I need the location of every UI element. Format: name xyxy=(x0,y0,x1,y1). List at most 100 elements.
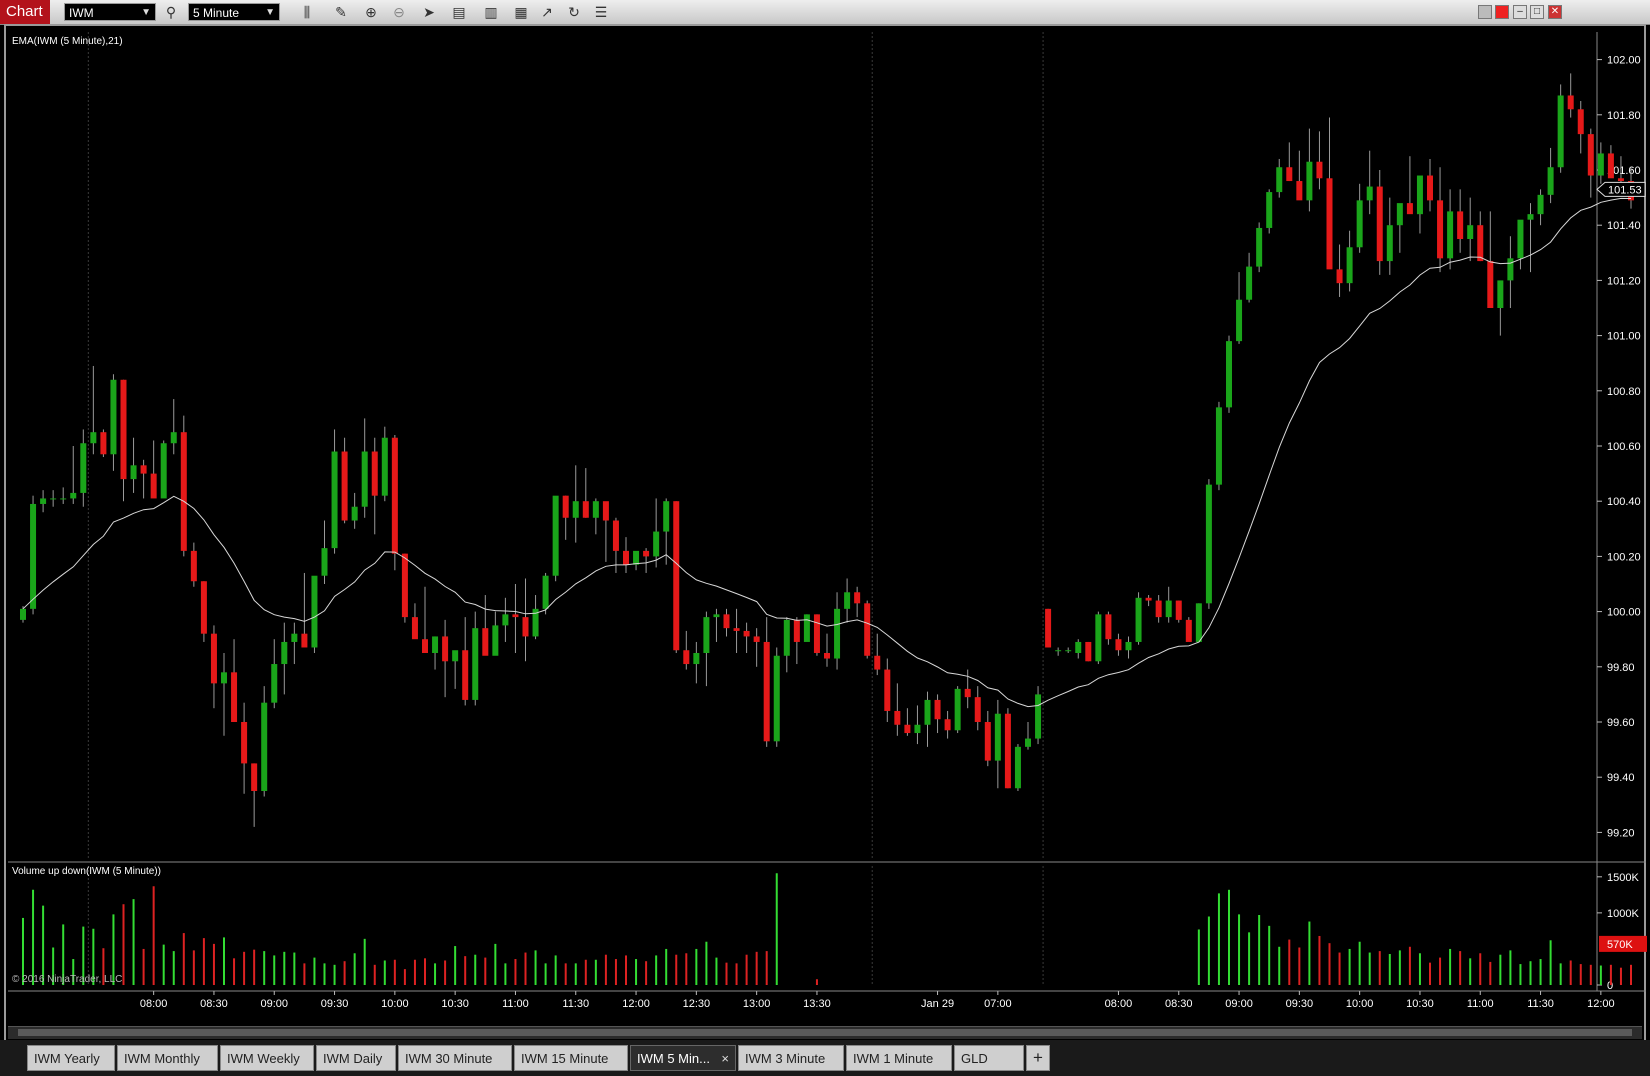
candle-body xyxy=(713,614,720,618)
candle-body xyxy=(733,628,740,631)
candle-body xyxy=(1547,167,1554,195)
candle-body xyxy=(210,633,217,684)
candle-body xyxy=(180,432,187,551)
candle-body xyxy=(281,641,288,665)
tab-iwm-30-minute[interactable]: IWM 30 Minute xyxy=(398,1045,512,1071)
candle-body xyxy=(854,592,861,604)
candle-body xyxy=(150,473,157,499)
y-tick-label: 101.20 xyxy=(1607,275,1641,287)
horizontal-scrollbar[interactable] xyxy=(8,1026,1642,1039)
candle-body xyxy=(612,520,619,551)
candle-body xyxy=(20,608,26,620)
x-tick-label: 10:00 xyxy=(1346,998,1374,1010)
candle-body xyxy=(251,763,258,791)
candle-body xyxy=(1396,203,1403,226)
tab-iwm-yearly[interactable]: IWM Yearly xyxy=(27,1045,115,1071)
last-price-label: 101.53 xyxy=(1608,184,1642,196)
candle-body xyxy=(1246,266,1253,300)
candle-body xyxy=(673,501,680,651)
last-volume-label: 570K xyxy=(1607,939,1633,951)
candle-body xyxy=(844,592,851,609)
tab-iwm-weekly[interactable]: IWM Weekly xyxy=(220,1045,314,1071)
candle-body xyxy=(60,498,67,500)
volume-y-tick-label: 1000K xyxy=(1607,908,1639,920)
candle-body xyxy=(452,650,459,662)
x-tick-label: Jan 29 xyxy=(921,998,954,1010)
candle-body xyxy=(763,641,770,742)
candle-body xyxy=(341,451,348,521)
candle-body xyxy=(1085,641,1092,662)
candle-body xyxy=(542,575,549,609)
y-tick-label: 99.20 xyxy=(1607,827,1635,839)
candle-body xyxy=(1035,694,1042,739)
candle-body xyxy=(994,713,1001,761)
y-tick-label: 101.80 xyxy=(1607,110,1641,122)
candle-body xyxy=(472,628,479,700)
candle-body xyxy=(130,465,137,480)
add-tab-button[interactable]: + xyxy=(1026,1045,1050,1071)
candle-body xyxy=(1587,134,1594,176)
candle-body xyxy=(1487,261,1494,308)
tab-iwm-3-minute[interactable]: IWM 3 Minute xyxy=(738,1045,844,1071)
candle-body xyxy=(924,699,931,725)
tab-iwm-1-minute[interactable]: IWM 1 Minute xyxy=(846,1045,952,1071)
x-tick-label: 13:00 xyxy=(743,998,771,1010)
candle-body xyxy=(1477,225,1484,262)
y-tick-label: 99.60 xyxy=(1607,717,1635,729)
y-tick-label: 101.40 xyxy=(1607,220,1641,232)
candle-body xyxy=(301,633,308,648)
candle-body xyxy=(783,619,790,656)
candle-body xyxy=(321,548,328,576)
candle-body xyxy=(1326,178,1333,270)
candle-body xyxy=(884,669,891,711)
candle-body xyxy=(552,495,559,576)
candle-body xyxy=(572,501,579,518)
candle-body xyxy=(1065,650,1072,652)
candle-body xyxy=(1517,219,1524,259)
x-tick-label: 13:30 xyxy=(803,998,831,1010)
candle-body xyxy=(170,432,177,444)
candle-body xyxy=(643,550,650,557)
candle-body xyxy=(1004,713,1011,789)
candle-body xyxy=(1386,225,1393,262)
scroll-thumb[interactable] xyxy=(18,1029,1632,1036)
candle-body xyxy=(512,614,519,618)
candle-body xyxy=(1437,200,1444,259)
candle-body xyxy=(703,617,710,653)
candle-body xyxy=(1316,161,1323,179)
candle-body xyxy=(964,688,971,698)
tab-iwm-daily[interactable]: IWM Daily xyxy=(316,1045,396,1071)
chart-canvas[interactable]: 102.00101.80101.60101.40101.20101.00100.… xyxy=(0,0,1650,1076)
y-tick-label: 100.40 xyxy=(1607,496,1641,508)
x-tick-label: 07:00 xyxy=(984,998,1012,1010)
candle-body xyxy=(904,724,911,734)
candle-body xyxy=(1256,227,1263,267)
candle-body xyxy=(1185,619,1192,642)
x-tick-label: 12:00 xyxy=(622,998,650,1010)
tab-iwm-monthly[interactable]: IWM Monthly xyxy=(117,1045,218,1071)
candle-body xyxy=(803,614,810,642)
candle-body xyxy=(422,639,428,653)
tab-iwm-15-minute[interactable]: IWM 15 Minute xyxy=(514,1045,628,1071)
candle-body xyxy=(351,506,358,521)
candle-body xyxy=(1376,186,1383,262)
candle-body xyxy=(241,722,248,764)
candle-body xyxy=(1175,600,1182,620)
candle-body xyxy=(1447,211,1454,259)
candle-body xyxy=(623,550,629,565)
tab-gld[interactable]: GLD xyxy=(954,1045,1024,1071)
tab-iwm-5-minute[interactable]: IWM 5 Min... × xyxy=(630,1045,736,1071)
candle-body xyxy=(1527,214,1534,220)
candle-body xyxy=(411,617,418,640)
candle-body xyxy=(1236,299,1243,342)
candle-body xyxy=(1427,175,1433,201)
candle-body xyxy=(190,550,197,582)
candle-body xyxy=(120,379,127,480)
y-tick-label: 100.80 xyxy=(1607,386,1641,398)
close-tab-icon[interactable]: × xyxy=(721,1046,729,1070)
x-tick-label: 08:00 xyxy=(140,998,168,1010)
candle-body xyxy=(934,699,941,720)
candle-body xyxy=(1507,258,1514,281)
candle-body xyxy=(1115,639,1122,651)
volume-y-tick-label: 1500K xyxy=(1607,872,1639,884)
